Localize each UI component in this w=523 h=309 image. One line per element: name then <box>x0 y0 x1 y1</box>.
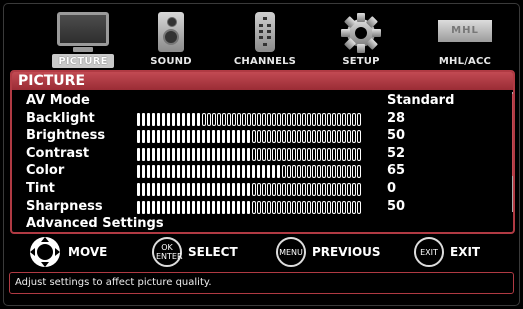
setting-row[interactable]: Color 65 <box>12 162 508 180</box>
setting-name: Sharpness <box>26 198 103 214</box>
setting-row[interactable]: Advanced Settings <box>12 215 508 232</box>
setting-value: 50 <box>387 198 406 214</box>
remote-icon <box>255 12 275 52</box>
setting-name: Advanced Settings <box>26 216 164 232</box>
level-slider[interactable] <box>137 130 362 144</box>
hint-exit: EXIT EXIT <box>414 236 480 268</box>
tab-label: MHL/ACC <box>438 56 492 67</box>
setting-value: 52 <box>387 145 406 161</box>
setting-value: 28 <box>387 110 406 126</box>
setting-name: Contrast <box>26 145 90 161</box>
setting-value: 65 <box>387 163 406 179</box>
setting-name: Backlight <box>26 110 95 126</box>
exit-button: EXIT <box>414 237 444 267</box>
menu-button: MENU <box>276 237 306 267</box>
setting-name: Color <box>26 163 65 179</box>
level-slider[interactable] <box>137 200 362 214</box>
monitor-icon <box>57 12 109 52</box>
ok-enter-button: OK ENTER <box>152 237 183 267</box>
setting-name: Tint <box>26 181 55 196</box>
tab-channels[interactable]: CHANNELS <box>226 8 304 68</box>
hint-label: EXIT <box>450 245 481 259</box>
level-slider[interactable] <box>137 147 362 161</box>
setting-row[interactable]: Contrast 52 <box>12 145 508 163</box>
speaker-icon <box>158 12 184 52</box>
setting-row[interactable]: Brightness 50 <box>12 127 508 145</box>
mhl-logo: MHL <box>438 20 492 42</box>
tab-sound[interactable]: SOUND <box>132 8 210 68</box>
hint-select: OK ENTER SELECT <box>152 236 238 268</box>
tab-setup[interactable]: SETUP <box>322 8 400 68</box>
tab-label: CHANNELS <box>233 56 297 67</box>
picture-settings-panel: PICTURE AV Mode Standard Backlight 28 Bright… <box>10 70 515 234</box>
gear-icon <box>340 12 382 58</box>
hint-bar: MOVE OK ENTER SELECT MENU PREVIOUS EXIT … <box>4 236 519 268</box>
setting-value: 0 <box>387 181 397 196</box>
hint-label: SELECT <box>188 245 238 259</box>
setting-row[interactable]: Backlight 28 <box>12 110 508 128</box>
level-slider[interactable] <box>137 112 362 126</box>
level-slider[interactable] <box>137 165 362 179</box>
setting-row[interactable]: Tint 0 <box>12 180 508 198</box>
level-slider[interactable] <box>137 183 362 196</box>
status-message: Adjust settings to affect picture qualit… <box>9 272 514 294</box>
tab-label: PICTURE <box>58 56 108 67</box>
setting-name: Brightness <box>26 128 106 144</box>
setting-value: Standard <box>387 93 455 108</box>
hint-label: MOVE <box>68 245 108 259</box>
setting-value: 50 <box>387 128 406 144</box>
hint-move: MOVE <box>28 236 107 268</box>
panel-title: PICTURE <box>12 72 513 90</box>
setting-name: AV Mode <box>26 93 90 108</box>
menu-tabs: PICTURE SOUND CHANNELS SETUP MHL MHL/ACC <box>4 4 519 70</box>
tab-mhl-acc[interactable]: MHL MHL/ACC <box>424 8 506 68</box>
hint-label: PREVIOUS <box>312 245 381 259</box>
dpad-icon <box>30 237 60 267</box>
scrollbar[interactable] <box>512 92 513 232</box>
hint-previous: MENU PREVIOUS <box>276 236 381 268</box>
tab-label: SOUND <box>150 56 192 67</box>
tv-menu-window: PICTURE SOUND CHANNELS SETUP MHL MHL/ACC… <box>3 3 520 306</box>
tab-label: SETUP <box>342 56 380 67</box>
setting-row[interactable]: Sharpness 50 <box>12 198 508 216</box>
tab-picture[interactable]: PICTURE <box>44 8 122 68</box>
mhl-icon: MHL <box>438 12 492 42</box>
setting-row[interactable]: AV Mode Standard <box>12 92 508 110</box>
